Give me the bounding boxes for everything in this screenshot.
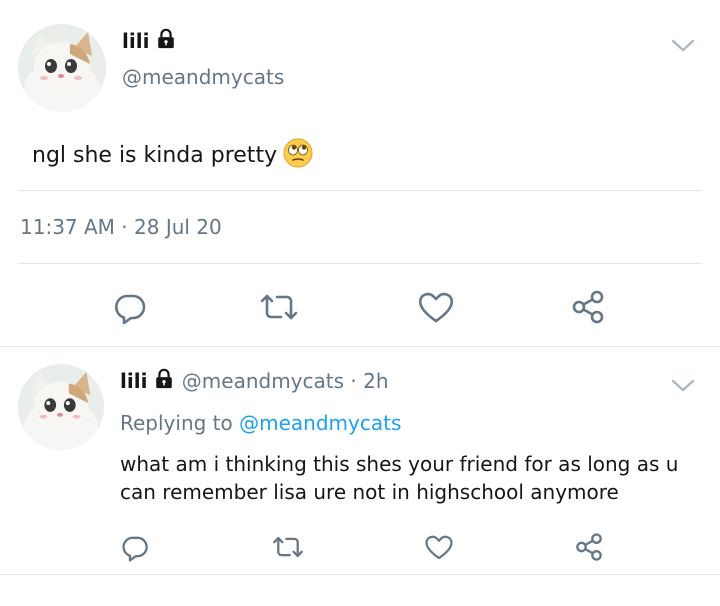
tweet-text: what am i thinking this shes your friend… bbox=[120, 452, 679, 504]
tweet-text: ngl she is kinda pretty bbox=[32, 138, 313, 171]
heart-icon[interactable] bbox=[424, 533, 454, 561]
tweet-date[interactable]: 28 Jul 20 bbox=[134, 215, 222, 239]
replying-to: Replying to @meandmycats bbox=[120, 409, 401, 437]
main-tweet: lili @meandmycats ngl she is kinda prett… bbox=[0, 0, 720, 346]
tweet-time[interactable]: 11:37 AM bbox=[20, 215, 115, 239]
share-icon[interactable] bbox=[570, 289, 606, 325]
avatar[interactable] bbox=[18, 24, 106, 112]
divider bbox=[18, 190, 702, 191]
avatar[interactable] bbox=[18, 364, 104, 450]
tweet-separator bbox=[0, 346, 720, 347]
author-handle[interactable]: @meandmycats bbox=[182, 369, 344, 393]
lock-icon bbox=[155, 28, 177, 50]
author-handle[interactable]: @meandmycats bbox=[122, 64, 284, 90]
share-icon[interactable] bbox=[574, 532, 604, 562]
chevron-down-icon[interactable] bbox=[670, 38, 696, 54]
chevron-down-icon[interactable] bbox=[670, 378, 696, 394]
replying-prefix: Replying to bbox=[120, 411, 233, 435]
reply-icon[interactable] bbox=[120, 532, 150, 562]
retweet-icon[interactable] bbox=[271, 534, 305, 560]
tweet-separator bbox=[0, 574, 720, 575]
reply-header: lili @meandmycats · 2h bbox=[120, 368, 389, 394]
author-name[interactable]: lili bbox=[120, 369, 147, 393]
tweet-text-content: ngl she is kinda pretty bbox=[32, 143, 278, 168]
retweet-icon[interactable] bbox=[258, 291, 300, 323]
divider bbox=[18, 263, 702, 264]
meta-separator: · bbox=[350, 369, 357, 393]
reply-icon[interactable] bbox=[112, 289, 148, 325]
meta-separator: · bbox=[121, 215, 128, 239]
lock-icon bbox=[153, 368, 175, 390]
rolling-eyes-emoji-icon bbox=[283, 138, 313, 168]
author-name[interactable]: lili bbox=[122, 28, 177, 54]
author-name-text[interactable]: lili bbox=[122, 29, 149, 53]
tweet-age[interactable]: 2h bbox=[363, 369, 388, 393]
heart-icon[interactable] bbox=[417, 290, 455, 324]
tweet-timestamp[interactable]: 11:37 AM · 28 Jul 20 bbox=[20, 214, 222, 240]
replying-to-link[interactable]: @meandmycats bbox=[239, 411, 401, 435]
